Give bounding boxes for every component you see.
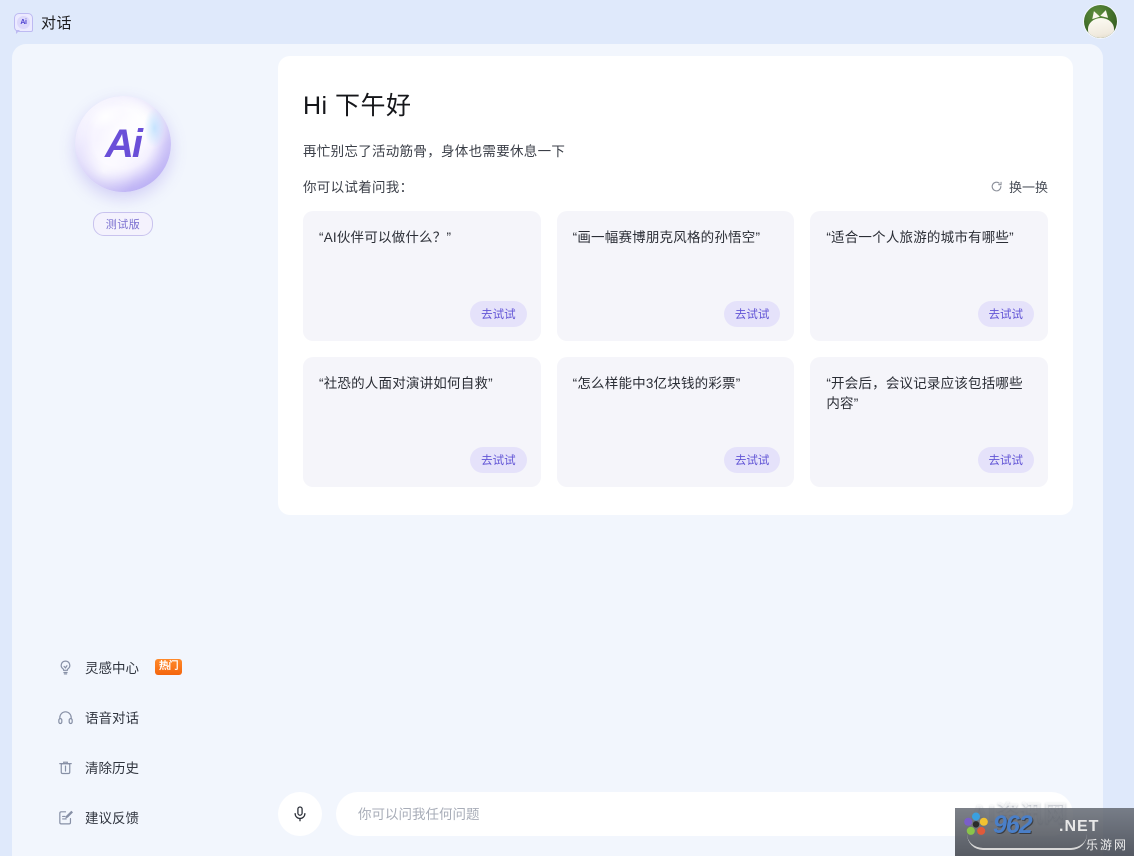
suggestion-card[interactable]: “开会后，会议记录应该包括哪些内容” 去试试 bbox=[810, 357, 1048, 487]
refresh-label: 换一换 bbox=[1008, 179, 1048, 195]
sidebar-item-label: 建议反馈 bbox=[85, 811, 139, 826]
suggestion-text: “画一幅赛博朋克风格的孙悟空” bbox=[572, 230, 761, 245]
ai-chat-bubble-icon: Ai bbox=[14, 12, 33, 34]
suggestion-card[interactable]: “AI伙伴可以做什么？” 去试试 bbox=[303, 211, 541, 341]
feedback-edit-icon bbox=[57, 809, 74, 826]
chat-input-wrapper[interactable] bbox=[336, 792, 1073, 836]
suggestion-card[interactable]: “社恐的人面对演讲如何自救” 去试试 bbox=[303, 357, 541, 487]
trash-icon bbox=[57, 759, 74, 776]
sidebar-item-label: 灵感中心 bbox=[85, 661, 139, 676]
ai-orb-icon: Ai bbox=[75, 96, 171, 192]
try-it-button[interactable]: 去试试 bbox=[470, 301, 527, 327]
refresh-circle-icon bbox=[990, 180, 1003, 193]
suggestion-card[interactable]: “怎么样能中3亿块钱的彩票” 去试试 bbox=[556, 357, 795, 487]
avatar-animal bbox=[1088, 18, 1114, 38]
hot-badge: 热门 bbox=[155, 659, 182, 675]
sidebar-item-clear-history[interactable]: 清除历史 bbox=[12, 742, 234, 792]
greeting-subtitle: 再忙别忘了活动筋骨，身体也需要休息一下 bbox=[303, 144, 566, 159]
suggestion-text: “社恐的人面对演讲如何自救” bbox=[319, 376, 493, 391]
sidebar-menu: 灵感中心 热门 语音对话 清除历史 建议反馈 bbox=[12, 642, 234, 842]
suggestion-text: “AI伙伴可以做什么？” bbox=[319, 230, 452, 245]
beta-badge: 测试版 bbox=[92, 212, 154, 236]
suggestions-header: 你可以试着问我： 换一换 bbox=[303, 176, 1048, 196]
composer bbox=[278, 792, 1073, 836]
app-shell: Ai 测试版 灵感中心 热门 语音对话 清除历史 建议反馈 Hi 下午好 再忙别… bbox=[12, 44, 1103, 856]
try-it-button[interactable]: 去试试 bbox=[723, 301, 781, 327]
brand-logo-text: Ai bbox=[17, 15, 30, 29]
try-it-button[interactable]: 去试试 bbox=[977, 301, 1034, 327]
sidebar-item-feedback[interactable]: 建议反馈 bbox=[12, 792, 234, 842]
sidebar-item-label: 清除历史 bbox=[85, 761, 139, 776]
app-brand: Ai 对话 bbox=[0, 12, 73, 34]
refresh-suggestions-button[interactable]: 换一换 bbox=[990, 177, 1048, 196]
sidebar-item-voice-chat[interactable]: 语音对话 bbox=[12, 692, 234, 742]
sidebar: Ai 测试版 灵感中心 热门 语音对话 清除历史 建议反馈 bbox=[12, 44, 234, 856]
try-it-button[interactable]: 去试试 bbox=[723, 447, 781, 473]
suggestion-card[interactable]: “适合一个人旅游的城市有哪些” 去试试 bbox=[810, 211, 1048, 341]
suggestion-card[interactable]: “画一幅赛博朋克风格的孙悟空” 去试试 bbox=[556, 211, 795, 341]
suggestions-label: 你可以试着问我： bbox=[303, 180, 414, 195]
main-content: Hi 下午好 再忙别忘了活动筋骨，身体也需要休息一下 你可以试着问我： 换一换 bbox=[234, 44, 1103, 856]
chat-input[interactable] bbox=[358, 806, 1051, 822]
suggestion-text: “开会后，会议记录应该包括哪些内容” bbox=[826, 376, 1023, 412]
lightbulb-icon bbox=[57, 659, 74, 676]
sidebar-item-label: 语音对话 bbox=[85, 711, 139, 726]
sidebar-logo: Ai 测试版 bbox=[12, 96, 234, 236]
avatar-ear-right bbox=[1100, 9, 1110, 18]
suggestion-text: “适合一个人旅游的城市有哪些” bbox=[826, 230, 1014, 245]
sidebar-item-inspiration[interactable]: 灵感中心 热门 bbox=[12, 642, 234, 692]
greeting-heading: Hi 下午好 bbox=[303, 92, 412, 120]
microphone-button[interactable] bbox=[278, 792, 322, 836]
welcome-card: Hi 下午好 再忙别忘了活动筋骨，身体也需要休息一下 你可以试着问我： 换一换 bbox=[278, 56, 1073, 515]
page-title: 对话 bbox=[41, 14, 73, 32]
headphones-icon bbox=[57, 709, 74, 726]
suggestion-text: “怎么样能中3亿块钱的彩票” bbox=[572, 376, 741, 391]
try-it-button[interactable]: 去试试 bbox=[470, 447, 527, 473]
ai-orb-label: Ai bbox=[105, 121, 143, 166]
microphone-icon bbox=[291, 805, 309, 823]
suggestion-grid: “AI伙伴可以做什么？” 去试试 “画一幅赛博朋克风格的孙悟空” 去试试 “适合… bbox=[303, 211, 1048, 487]
top-bar: Ai 对话 bbox=[0, 0, 1134, 44]
avatar[interactable] bbox=[1084, 5, 1117, 38]
try-it-button[interactable]: 去试试 bbox=[977, 447, 1034, 473]
